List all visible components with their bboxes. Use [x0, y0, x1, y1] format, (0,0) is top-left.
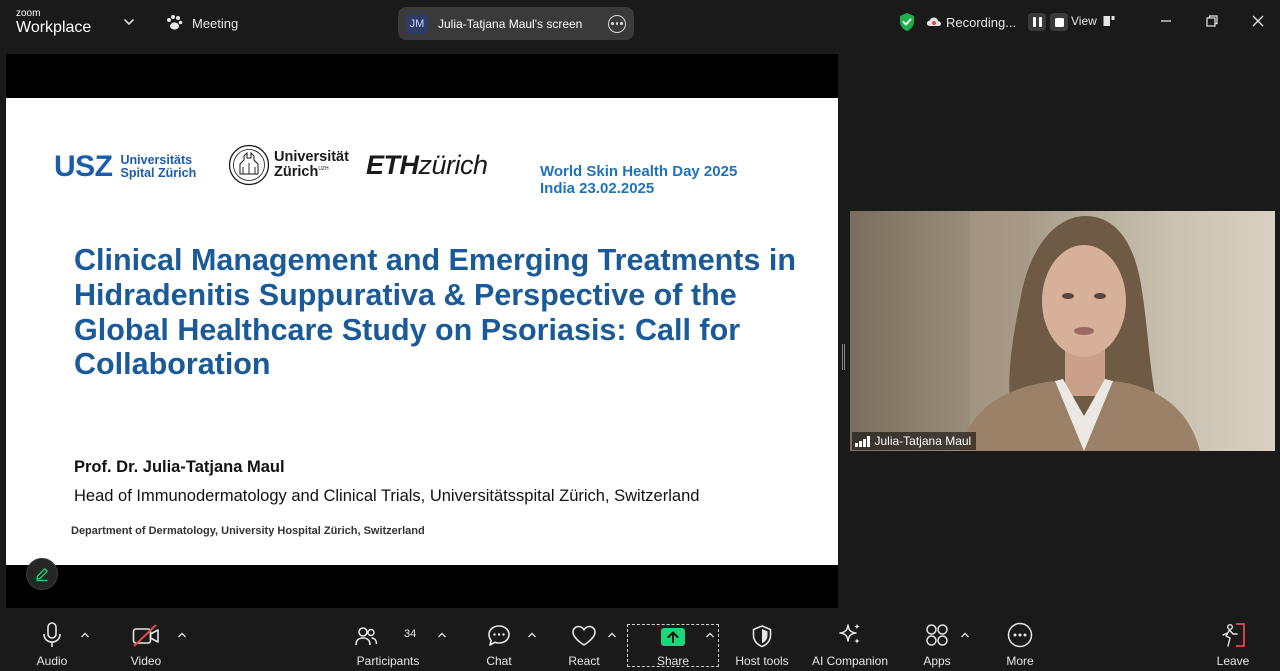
slide-title: Clinical Management and Emerging Treatme… — [74, 243, 796, 382]
pause-recording-button[interactable] — [1028, 13, 1047, 31]
ai-companion-button[interactable]: AI Companion — [808, 614, 892, 671]
apps-button[interactable]: Apps — [918, 614, 956, 671]
avatar: JM — [406, 13, 428, 34]
uzh-superscript: UZH — [318, 166, 329, 173]
brand-large-text: Workplace — [16, 19, 92, 36]
video-button[interactable]: Video — [124, 614, 168, 671]
usz-logo-subtext: Universitäts Spital Zürich — [120, 152, 197, 180]
more-button[interactable]: More — [1000, 614, 1040, 671]
video-off-icon — [132, 624, 159, 647]
close-icon[interactable] — [1250, 13, 1266, 29]
eth-logo-light: zürich — [418, 150, 489, 180]
apps-options-chevron-up-icon[interactable] — [960, 631, 970, 639]
brand-small-text: zoom — [16, 8, 41, 19]
presenter-name: Prof. Dr. Julia-Tatjana Maul — [74, 458, 285, 476]
uzh-line-1: Universität — [274, 148, 349, 165]
chat-label: Chat — [486, 654, 512, 668]
audio-button[interactable]: Audio — [30, 614, 74, 671]
participants-count: 34 — [404, 628, 417, 640]
shared-screen-area: USZ Universitäts Spital Zürich Universit… — [6, 54, 838, 608]
apps-label: Apps — [923, 654, 951, 668]
stop-icon — [1054, 17, 1064, 27]
host-tools-label: Host tools — [735, 654, 789, 668]
share-button[interactable]: Share — [652, 614, 694, 671]
view-button[interactable]: View — [1071, 14, 1115, 28]
meeting-menu-button[interactable]: Meeting — [164, 13, 238, 33]
eth-logo: ETHzürich — [366, 150, 488, 181]
screen-share-label: Julia-Tatjana Maul's screen — [438, 16, 583, 31]
heart-icon — [572, 625, 596, 646]
more-dots-icon — [1007, 622, 1033, 648]
chat-options-chevron-up-icon[interactable] — [527, 631, 537, 639]
video-label: Video — [130, 654, 162, 668]
audio-label: Audio — [36, 654, 68, 668]
panel-resize-handle[interactable] — [842, 344, 845, 370]
participant-video-tile[interactable]: Julia-Tatjana Maul — [850, 211, 1275, 451]
event-date: India 23.02.2025 — [540, 180, 655, 198]
recording-status: Recording... — [898, 12, 1069, 32]
presenter-role: Head of Immunodermatology and Clinical T… — [74, 487, 700, 505]
eth-logo-bold: ETH — [366, 150, 419, 180]
pause-icon — [1032, 17, 1042, 27]
react-label: React — [568, 654, 600, 668]
minimize-icon[interactable] — [1158, 13, 1174, 29]
participants-options-chevron-up-icon[interactable] — [437, 631, 447, 639]
react-button[interactable]: React — [564, 614, 604, 671]
participants-button[interactable]: 34 Participants — [352, 614, 424, 671]
restore-icon[interactable] — [1204, 13, 1220, 29]
leave-button[interactable]: Leave — [1212, 614, 1254, 671]
signal-strength-icon — [855, 435, 870, 447]
screen-share-indicator[interactable]: JM Julia-Tatjana Maul's screen — [398, 7, 634, 40]
leave-door-icon — [1222, 623, 1245, 647]
shield-check-icon[interactable] — [898, 12, 916, 32]
cloud-record-icon — [927, 17, 941, 26]
host-tools-button[interactable]: Host tools — [730, 614, 794, 671]
video-options-chevron-up-icon[interactable] — [177, 631, 187, 639]
share-label: Share — [656, 654, 690, 668]
uzh-logo-text: Universität ZürichUZH — [274, 148, 349, 180]
usz-line-1: Universitäts — [120, 152, 193, 167]
more-label: More — [1006, 654, 1034, 668]
share-screen-icon — [661, 628, 685, 646]
chat-button[interactable]: Chat — [480, 614, 518, 671]
leave-label: Leave — [1216, 654, 1250, 668]
usz-line-2: Spital Zürich — [120, 166, 197, 180]
audio-options-chevron-up-icon[interactable] — [80, 631, 90, 639]
stop-recording-button[interactable] — [1050, 13, 1069, 31]
more-options-icon[interactable] — [608, 14, 626, 33]
paw-icon — [167, 15, 183, 30]
participant-name: Julia-Tatjana Maul — [874, 434, 972, 448]
meeting-label: Meeting — [192, 15, 239, 31]
uzh-line-2: Zürich — [274, 164, 319, 180]
participant-name-tag: Julia-Tatjana Maul — [852, 432, 977, 450]
annotate-button[interactable] — [26, 558, 58, 590]
share-options-chevron-up-icon[interactable] — [705, 631, 715, 639]
university-seal-icon — [228, 144, 270, 186]
zoom-workplace-logo[interactable]: zoom Workplace — [16, 9, 91, 36]
chevron-down-icon[interactable] — [122, 15, 136, 29]
top-bar: zoom Workplace Meeting JM Julia-Tatjana … — [0, 0, 1280, 46]
pencil-icon — [36, 568, 48, 582]
presentation-slide: USZ Universitäts Spital Zürich Universit… — [6, 98, 838, 565]
view-label: View — [1071, 14, 1097, 28]
apps-grid-icon — [926, 624, 948, 646]
chat-icon — [488, 625, 510, 646]
participant-video-feed — [850, 211, 1275, 451]
ai-companion-label: AI Companion — [811, 654, 889, 668]
participants-label: Participants — [356, 654, 420, 668]
view-layout-icon — [1103, 16, 1115, 26]
meeting-toolbar: Audio Video 34 Participants Chat React S… — [0, 614, 1280, 671]
sparkle-icon — [839, 623, 860, 644]
event-info: World Skin Health Day 2025 India 23.02.2… — [540, 163, 737, 198]
react-options-chevron-up-icon[interactable] — [607, 631, 617, 639]
uzh-logo: Universität ZürichUZH — [228, 144, 349, 186]
recording-label: Recording... — [946, 14, 1017, 30]
usz-logo: USZ Universitäts Spital Zürich — [54, 150, 196, 184]
usz-logo-text: USZ — [54, 150, 113, 183]
department-text: Department of Dermatology, University Ho… — [71, 525, 425, 537]
event-title: World Skin Health Day 2025 — [540, 163, 738, 180]
participants-icon — [355, 627, 378, 646]
shield-icon — [752, 625, 772, 648]
microphone-icon — [43, 622, 61, 647]
